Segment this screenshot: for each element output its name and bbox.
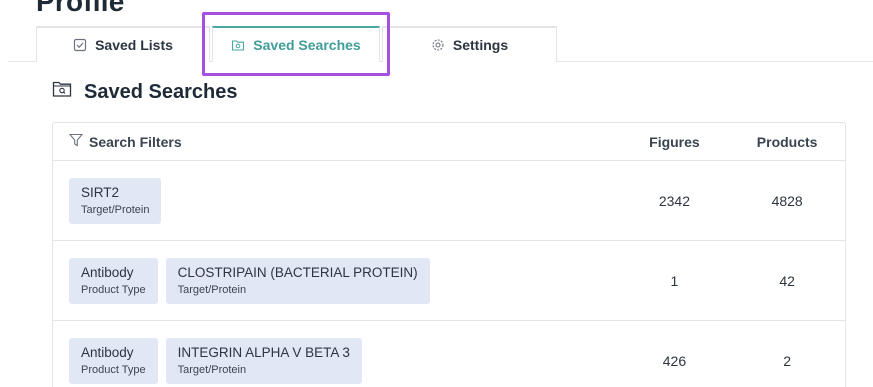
tab-saved-lists-label: Saved Lists — [95, 37, 173, 53]
filter-chip[interactable]: CLOSTRIPAIN (BACTERIAL PROTEIN) Target/P… — [165, 257, 430, 304]
filter-chip[interactable]: INTEGRIN ALPHA V BETA 3 Target/Protein — [165, 337, 362, 384]
header-products: Products — [756, 133, 818, 150]
row-products: 4828 — [771, 192, 803, 209]
chip-label: Product Type — [81, 363, 146, 376]
table-row[interactable]: Antibody Product Type INTEGRIN ALPHA V B… — [53, 321, 845, 387]
chip-value: Antibody — [81, 264, 134, 280]
header-figures: Figures — [649, 133, 700, 150]
row-filters: Antibody Product Type CLOSTRIPAIN (BACTE… — [53, 257, 620, 304]
gear-icon — [431, 38, 445, 52]
filter-icon — [68, 133, 84, 150]
filter-chip[interactable]: Antibody Product Type — [69, 257, 158, 304]
tab-saved-lists[interactable]: Saved Lists — [36, 26, 210, 62]
table-row[interactable]: SIRT2 Target/Protein 2342 4828 — [53, 161, 845, 241]
row-figures: 2342 — [658, 192, 691, 209]
filter-chip[interactable]: Antibody Product Type — [69, 337, 158, 384]
chip-label: Target/Protein — [177, 363, 247, 376]
chip-value: SIRT2 — [81, 184, 120, 200]
chip-label: Target/Protein — [177, 283, 247, 296]
table-row[interactable]: Antibody Product Type CLOSTRIPAIN (BACTE… — [53, 241, 845, 321]
row-figures: 1 — [670, 272, 679, 289]
section-header: Saved Searches — [52, 80, 237, 104]
chip-value: INTEGRIN ALPHA V BETA 3 — [177, 344, 350, 360]
row-products: 2 — [783, 352, 792, 369]
tab-settings-label: Settings — [452, 37, 509, 53]
row-filters: Antibody Product Type INTEGRIN ALPHA V B… — [53, 337, 620, 384]
chip-label: Product Type — [81, 283, 146, 296]
chip-value: CLOSTRIPAIN (BACTERIAL PROTEIN) — [177, 264, 418, 280]
row-figures: 426 — [662, 352, 687, 369]
table-header: Search Filters Figures Products — [53, 123, 845, 161]
tab-settings[interactable]: Settings — [382, 26, 557, 62]
chip-label: Target/Protein — [81, 203, 150, 216]
list-check-icon — [73, 38, 87, 52]
folder-search-icon — [52, 80, 72, 104]
row-products: 42 — [779, 272, 795, 289]
section-title: Saved Searches — [84, 80, 238, 103]
filter-chip[interactable]: SIRT2 Target/Protein — [69, 177, 162, 224]
chip-value: Antibody — [81, 344, 134, 360]
saved-searches-table: Search Filters Figures Products SIRT2 Ta… — [52, 122, 846, 387]
active-tab-highlight — [202, 12, 390, 76]
page-title: Profile — [36, 0, 125, 17]
header-search-filters: Search Filters — [53, 133, 620, 150]
row-filters: SIRT2 Target/Protein — [53, 177, 620, 224]
